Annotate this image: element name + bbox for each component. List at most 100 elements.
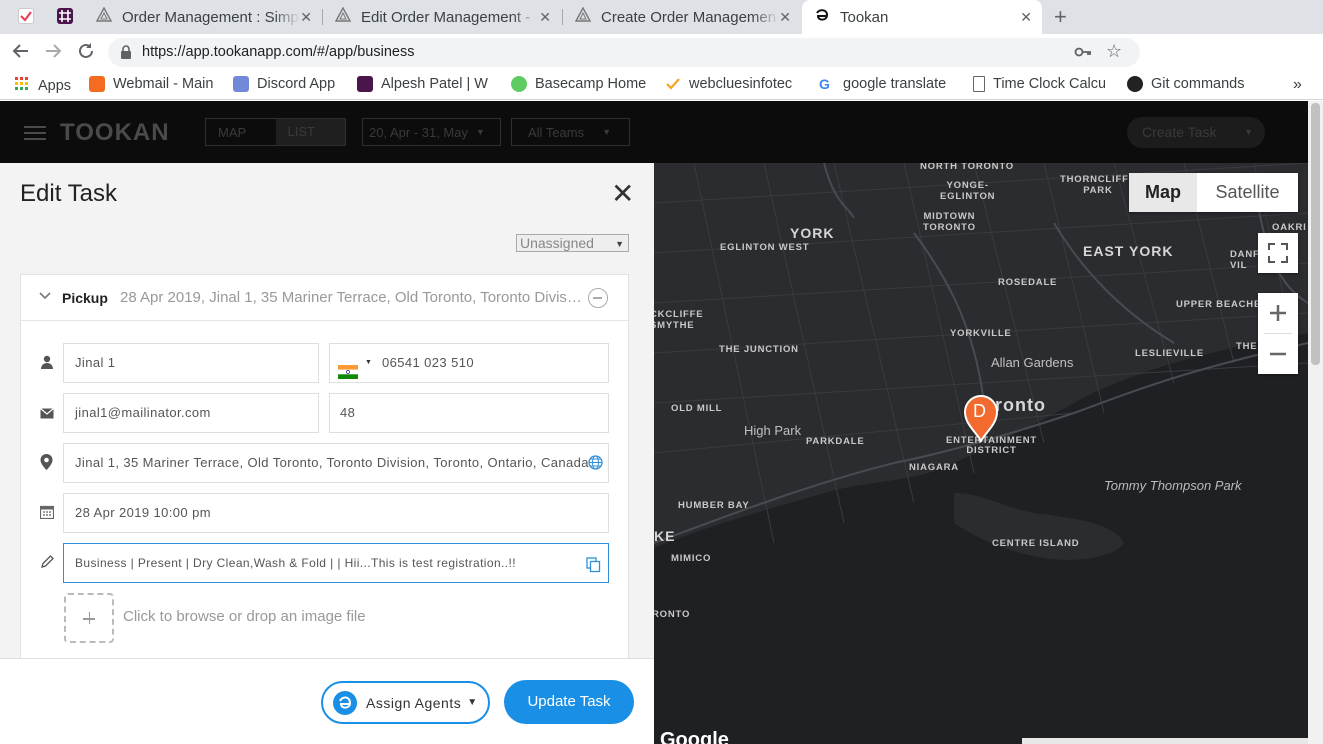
marker-letter: D	[973, 401, 986, 421]
bookmark-apps[interactable]: Apps	[14, 76, 71, 96]
bookmark-git-commands[interactable]: Git commands	[1127, 76, 1244, 92]
tab-tookan[interactable]: Tookan ✕	[802, 0, 1042, 34]
tab-order-management-simple[interactable]: Order Management : Simp ✕	[84, 0, 322, 34]
tab-create-order-management[interactable]: Create Order Managemen ✕	[563, 0, 801, 34]
tab-title: Tookan	[840, 8, 889, 26]
globe-icon[interactable]	[588, 455, 604, 471]
map-label: Allan Gardens	[991, 355, 1074, 370]
bookmark-label: Alpesh Patel | W	[381, 76, 488, 92]
pickup-label: Pickup	[62, 290, 108, 306]
close-icon[interactable]: ✕	[611, 177, 634, 210]
address-bar[interactable]: https://app.tookanapp.com/#/app/business…	[108, 38, 1140, 67]
image-upload-dropzone[interactable]	[64, 593, 114, 643]
browser-toolbar: https://app.tookanapp.com/#/app/business…	[0, 34, 1323, 95]
order-id-input[interactable]: 48	[329, 393, 609, 433]
back-arrow-icon[interactable]	[12, 42, 30, 65]
reload-icon[interactable]	[77, 42, 95, 65]
map-label: CENTRE ISLAND	[992, 538, 1080, 549]
map-label: EGLINTON WEST	[720, 242, 810, 253]
list-view-button[interactable]: LIST	[275, 119, 345, 145]
star-bookmark-icon[interactable]: ☆	[1106, 41, 1122, 62]
map-label: UPPER BEACHE	[1176, 299, 1262, 310]
description-textarea[interactable]: Business | Present | Dry Clean,Wash & Fo…	[63, 543, 609, 583]
date-range-picker[interactable]: 20, Apr - 31, May ▼	[362, 118, 501, 146]
bookmark-basecamp[interactable]: Basecamp Home	[511, 76, 646, 92]
chevron-down-icon	[39, 289, 51, 303]
pinned-tab-todo-icon[interactable]	[18, 8, 34, 24]
name-input[interactable]: Jinal 1	[63, 343, 319, 383]
pickup-header[interactable]: Pickup 28 Apr 2019, Jinal 1, 35 Mariner …	[21, 275, 628, 321]
task-marker-pin[interactable]: D	[962, 394, 1000, 444]
page-scrollbar[interactable]	[1308, 101, 1323, 744]
map-view-button[interactable]: MAP	[206, 125, 276, 140]
key-icon[interactable]	[1074, 44, 1092, 65]
india-flag-icon	[338, 356, 358, 379]
url-text: https://app.tookanapp.com/#/app/business	[142, 44, 415, 60]
map-label: MIMICO	[671, 553, 712, 564]
forward-arrow-icon[interactable]	[44, 42, 62, 65]
hamburger-menu-icon[interactable]	[24, 125, 46, 146]
copy-icon[interactable]	[586, 557, 602, 573]
status-select[interactable]: Unassigned ▼	[516, 234, 629, 252]
assign-agents-button[interactable]: Assign Agents ▼	[321, 681, 490, 724]
bookmark-webmail[interactable]: Webmail - Main	[89, 76, 213, 92]
caret-down-icon[interactable]: ▼	[365, 344, 372, 382]
map-label: Tommy Thompson Park	[1104, 478, 1242, 493]
upload-hint: Click to browse or drop an image file	[123, 608, 366, 625]
date-range-text: 20, Apr - 31, May	[369, 124, 468, 140]
google-logo: Google	[660, 729, 729, 744]
new-tab-plus-icon[interactable]: +	[1054, 4, 1067, 30]
tab-close-icon[interactable]: ✕	[779, 9, 791, 26]
edit-task-panel: Edit Task ✕ Unassigned ▼ Pickup 28 Apr 2…	[0, 163, 654, 744]
tab-close-icon[interactable]: ✕	[539, 9, 551, 26]
tookan-logo: TOOKAN	[60, 119, 170, 146]
teams-filter[interactable]: All Teams ▼	[511, 118, 630, 146]
create-task-button[interactable]: Create Task ▼	[1127, 117, 1265, 148]
map-label: OLD MILL	[671, 403, 723, 414]
bookmark-label: Discord App	[257, 76, 336, 92]
tab-title: Edit Order Management -	[361, 8, 531, 26]
tab-title: Order Management : Simp	[122, 8, 299, 26]
map-label: EAST YORK	[1083, 243, 1174, 259]
bookmark-discord[interactable]: Discord App	[233, 76, 335, 92]
pinned-tab-slack-icon[interactable]	[57, 8, 73, 24]
phone-input[interactable]: ▼ 06541 023 510	[329, 343, 609, 383]
update-task-button[interactable]: Update Task	[504, 680, 634, 724]
create-task-label: Create Task	[1142, 124, 1217, 140]
cpanel-icon	[89, 76, 105, 92]
bookmark-time-clock[interactable]: Time Clock Calcu	[973, 76, 1105, 92]
bookmark-webclues[interactable]: webcluesinfotec	[665, 76, 801, 92]
bookmarks-bar: Apps Webmail - Main Discord App Alpesh P…	[0, 70, 1323, 100]
tab-edit-order-management[interactable]: Edit Order Management - ✕	[323, 0, 561, 34]
email-input[interactable]: jinal1@mailinator.com	[63, 393, 319, 433]
user-icon	[40, 355, 56, 371]
map-label: PARKDALE	[806, 436, 865, 447]
zoom-in-icon[interactable]	[1258, 293, 1298, 333]
tab-close-icon[interactable]: ✕	[300, 9, 312, 26]
map-type-satellite-button[interactable]: Satellite	[1197, 173, 1298, 212]
zoom-out-icon[interactable]	[1258, 334, 1298, 374]
address-input[interactable]: Jinal 1, 35 Mariner Terrace, Old Toronto…	[63, 443, 609, 483]
bookmark-google-translate[interactable]: G google translate	[819, 76, 955, 92]
github-icon	[1127, 76, 1143, 92]
more-bookmarks-chevron-icon[interactable]: »	[1293, 76, 1302, 94]
fullscreen-icon[interactable]	[1258, 233, 1298, 273]
edit-task-footer: Assign Agents ▼ Update Task	[0, 658, 654, 744]
map-label: OAKRI	[1272, 222, 1307, 233]
bookmark-label: Time Clock Calcu	[993, 76, 1105, 92]
page-icon	[973, 76, 985, 92]
map-label: CKCLIFFE SMYTHE	[654, 309, 704, 331]
collapse-minus-icon[interactable]	[588, 288, 608, 308]
scrollbar-thumb[interactable]	[1311, 103, 1320, 365]
tab-close-icon[interactable]: ✕	[1020, 9, 1032, 26]
map-type-map-button[interactable]: Map	[1129, 173, 1197, 212]
bookmark-slack[interactable]: Alpesh Patel | W	[357, 76, 493, 92]
datetime-input[interactable]: 28 Apr 2019 10:00 pm	[63, 493, 609, 533]
caret-down-icon: ▼	[1244, 127, 1253, 137]
map-view[interactable]: NORTH TORONTO YONGE- EGLINTON THORNCLIFF…	[654, 163, 1308, 744]
teams-text: All Teams	[528, 124, 585, 140]
bookmark-label: webcluesinfotec	[689, 76, 793, 92]
zoom-control	[1258, 293, 1298, 374]
map-label: MIDTOWN TORONTO	[923, 211, 976, 233]
assign-agents-label: Assign Agents	[366, 694, 462, 711]
